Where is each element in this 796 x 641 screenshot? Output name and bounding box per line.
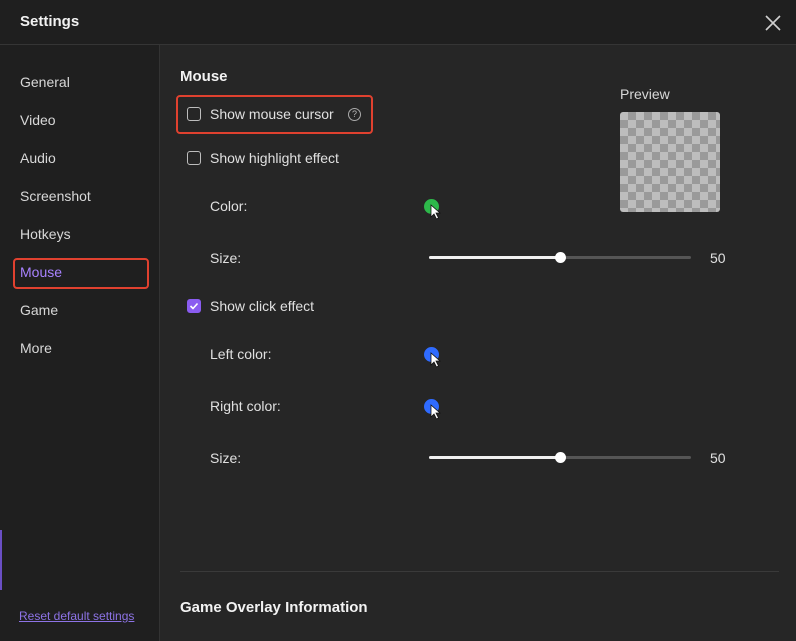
show-highlight-checkbox[interactable] [187,151,201,165]
window-edge-accent [0,530,2,590]
highlight-size-value: 50 [710,250,726,266]
right-color-picker[interactable] [424,399,446,421]
sidebar-item-game[interactable]: Game [20,301,58,319]
window-title: Settings [20,13,80,30]
slider-thumb[interactable] [555,252,566,263]
sidebar-item-more[interactable]: More [20,339,52,357]
section-divider [180,571,779,572]
sidebar: General Video Audio Screenshot Hotkeys M… [0,45,160,641]
highlight-color-label: Color: [210,198,248,214]
left-color-picker[interactable] [424,347,446,369]
left-color-label: Left color: [210,346,272,362]
click-size-label: Size: [210,450,242,466]
sidebar-item-screenshot[interactable]: Screenshot [20,187,91,205]
highlight-size-slider[interactable] [429,251,691,265]
click-size-value: 50 [710,450,726,466]
slider-fill [429,256,560,259]
highlight-size-label: Size: [210,250,242,266]
show-cursor-checkbox[interactable] [187,107,201,121]
cursor-pointer-icon [430,204,442,220]
click-size-slider[interactable] [429,451,691,465]
show-highlight-label: Show highlight effect [210,150,339,166]
show-cursor-label: Show mouse cursor [210,106,334,122]
checkmark-icon [189,302,199,310]
cursor-pointer-icon [430,352,442,368]
sidebar-item-video[interactable]: Video [20,111,56,129]
section-title-mouse: Mouse [180,68,228,85]
title-bar: Settings [0,0,796,45]
settings-content: Mouse Show mouse cursor ? Show highlight… [160,45,796,641]
right-color-label: Right color: [210,398,281,414]
show-click-checkbox[interactable] [187,299,201,313]
show-click-label: Show click effect [210,298,315,314]
section-title-game-overlay: Game Overlay Information [180,599,368,616]
sidebar-item-general[interactable]: General [20,73,70,91]
sidebar-item-mouse[interactable]: Mouse [20,263,62,281]
preview-label: Preview [620,86,670,102]
preview-canvas [620,112,720,212]
slider-thumb[interactable] [555,452,566,463]
cursor-pointer-icon [430,404,442,420]
highlight-color-picker[interactable] [424,199,446,221]
close-icon[interactable] [764,14,782,32]
sidebar-item-audio[interactable]: Audio [20,149,56,167]
help-icon[interactable]: ? [348,108,361,121]
slider-fill [429,456,560,459]
sidebar-item-hotkeys[interactable]: Hotkeys [20,225,71,243]
reset-default-link[interactable]: Reset default settings [19,609,134,623]
